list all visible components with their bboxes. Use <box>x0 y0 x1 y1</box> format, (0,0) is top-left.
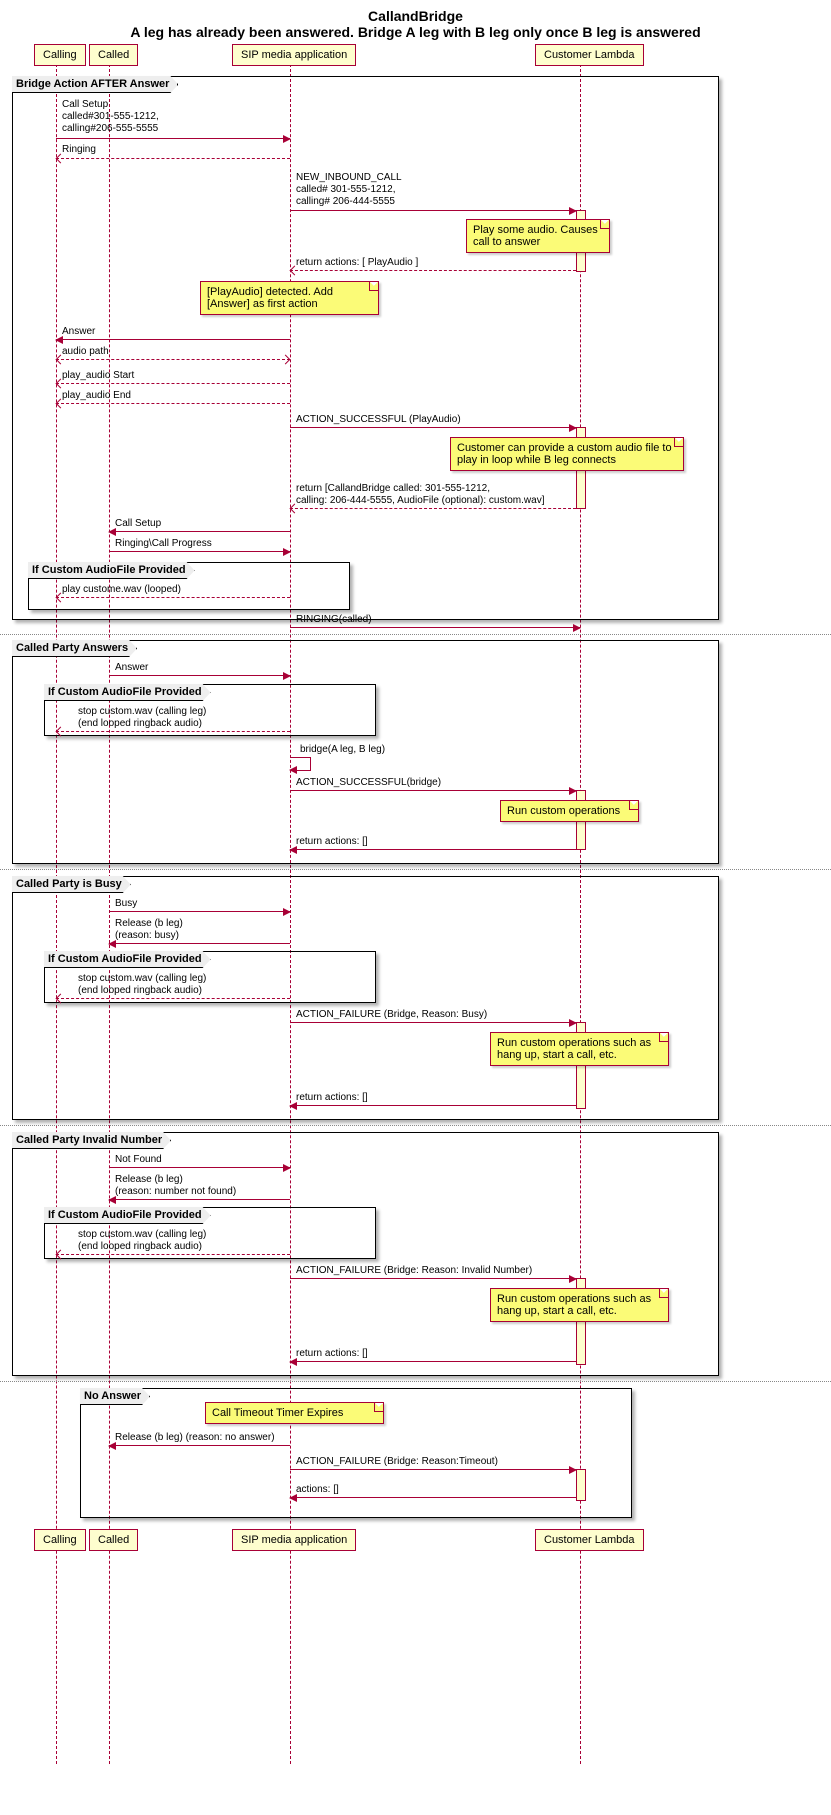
msg-actions-empty-4: actions: [] <box>296 1484 339 1496</box>
divider-4 <box>0 1381 831 1382</box>
msg-action-success-playaudio: ACTION_SUCCESSFUL (PlayAudio) <box>296 414 461 426</box>
msg-action-success-bridge: ACTION_SUCCESSFUL(bridge) <box>296 777 441 789</box>
arrow-ringing-called <box>290 627 580 628</box>
participant-lambda-top: Customer Lambda <box>535 44 644 66</box>
msg-answer-b: Answer <box>115 662 148 674</box>
msg-release-noanswer: Release (b leg) (reason: no answer) <box>115 1432 275 1444</box>
arrow-release-noanswer <box>109 1445 290 1446</box>
group-label-custom-3: If Custom AudioFile Provided <box>44 951 211 968</box>
msg-release-notfound: Release (b leg) (reason: number not foun… <box>115 1174 236 1198</box>
group-label-invalid: Called Party Invalid Number <box>12 1132 171 1149</box>
participant-called-bot: Called <box>89 1529 138 1551</box>
msg-action-fail-timeout: ACTION_FAILURE (Bridge: Reason:Timeout) <box>296 1456 498 1468</box>
msg-return-empty-3: return actions: [] <box>296 1348 368 1360</box>
arrow-play-end <box>56 403 290 404</box>
arrow-return-empty-2 <box>290 1105 576 1106</box>
arrow-audio-path <box>56 359 290 360</box>
arrow-release-notfound <box>109 1199 290 1200</box>
arrow-call-setup <box>56 138 290 139</box>
msg-ringing-progress: Ringing\Call Progress <box>115 538 212 550</box>
arrow-action-fail-timeout <box>290 1469 576 1470</box>
msg-release-busy: Release (b leg) (reason: busy) <box>115 918 183 942</box>
msg-return-empty-1: return actions: [] <box>296 836 368 848</box>
arrow-action-success-playaudio <box>290 427 576 428</box>
arrow-action-fail-busy <box>290 1022 576 1023</box>
msg-notfound: Not Found <box>115 1154 162 1166</box>
msg-action-fail-invalid: ACTION_FAILURE (Bridge: Reason: Invalid … <box>296 1265 532 1277</box>
arrow-stop-custom-3 <box>56 1254 290 1255</box>
arrow-ringing <box>56 158 290 159</box>
msg-busy: Busy <box>115 898 137 910</box>
arrow-answer <box>56 339 290 340</box>
title-sub: A leg has already been answered. Bridge … <box>0 24 831 40</box>
msg-action-fail-busy: ACTION_FAILURE (Bridge, Reason: Busy) <box>296 1009 487 1021</box>
participant-calling-bot: Calling <box>34 1529 86 1551</box>
arrow-action-success-bridge <box>290 790 576 791</box>
divider-3 <box>0 1125 831 1126</box>
arrow-action-fail-invalid <box>290 1278 576 1279</box>
arrow-answer-b <box>109 675 290 676</box>
diagram-title: CallandBridge A leg has already been ans… <box>0 0 831 44</box>
arrow-busy <box>109 911 290 912</box>
note-play-audio: Play some audio. Causes call to answer <box>466 219 610 253</box>
divider-2 <box>0 869 831 870</box>
arrow-notfound <box>109 1167 290 1168</box>
msg-new-inbound: NEW_INBOUND_CALL called# 301-555-1212, c… <box>296 172 402 208</box>
note-playaudio-detected: [PlayAudio] detected. Add [Answer] as fi… <box>200 281 379 315</box>
divider-1 <box>0 634 831 635</box>
msg-stop-custom-3: stop custom.wav (calling leg) (end loope… <box>78 1229 206 1253</box>
arrow-call-setup-b <box>109 531 290 532</box>
msg-play-end: play_audio End <box>62 390 131 402</box>
note-custom-ops-2: Run custom operations such as hang up, s… <box>490 1032 669 1066</box>
arrow-stop-custom-1 <box>56 731 290 732</box>
msg-answer: Answer <box>62 326 95 338</box>
arrow-bridge-self <box>290 757 311 771</box>
msg-ringing: Ringing <box>62 144 96 156</box>
note-custom-ops-1: Run custom operations <box>500 800 639 822</box>
note-custom-ops-3: Run custom operations such as hang up, s… <box>490 1288 669 1322</box>
activation-lambda-6 <box>576 1469 586 1501</box>
group-label-custom-1: If Custom AudioFile Provided <box>28 562 195 579</box>
arrow-return-empty-1 <box>290 849 576 850</box>
arrow-actions-empty-4 <box>290 1497 576 1498</box>
arrow-ringing-progress <box>109 551 290 552</box>
msg-stop-custom-1: stop custom.wav (calling leg) (end loope… <box>78 706 206 730</box>
participant-calling-top: Calling <box>34 44 86 66</box>
arrow-release-busy <box>109 943 290 944</box>
arrow-return-empty-3 <box>290 1361 576 1362</box>
arrow-play-start <box>56 383 290 384</box>
msg-ringing-called: RINGING(called) <box>296 614 372 626</box>
group-label-busy: Called Party is Busy <box>12 876 131 893</box>
sequence-diagram: Calling Called SIP media application Cus… <box>0 44 831 1784</box>
group-label-answers: Called Party Answers <box>12 640 137 657</box>
msg-play-start: play_audio Start <box>62 370 134 382</box>
group-label-noanswer: No Answer <box>80 1388 150 1405</box>
arrow-return-playaudio <box>290 270 576 271</box>
arrow-new-inbound <box>290 210 576 211</box>
note-custom-audio: Customer can provide a custom audio file… <box>450 437 684 471</box>
msg-return-playaudio: return actions: [ PlayAudio ] <box>296 257 418 269</box>
msg-return-empty-2: return actions: [] <box>296 1092 368 1104</box>
msg-stop-custom-2: stop custom.wav (calling leg) (end loope… <box>78 973 206 997</box>
participant-sma-top: SIP media application <box>232 44 356 66</box>
title-main: CallandBridge <box>0 8 831 24</box>
msg-return-callandbridge: return [CallandBridge called: 301-555-12… <box>296 483 544 507</box>
msg-audio-path: audio path <box>62 346 109 358</box>
participant-lambda-bot: Customer Lambda <box>535 1529 644 1551</box>
participant-sma-bot: SIP media application <box>232 1529 356 1551</box>
arrow-return-callandbridge <box>290 508 576 509</box>
msg-call-setup: Call Setup called#301-555-1212, calling#… <box>62 99 159 135</box>
group-label-custom-2: If Custom AudioFile Provided <box>44 684 211 701</box>
group-label-bridge: Bridge Action AFTER Answer <box>12 76 178 93</box>
msg-bridge: bridge(A leg, B leg) <box>300 744 385 756</box>
arrow-play-custom <box>56 597 290 598</box>
msg-call-setup-b: Call Setup <box>115 518 161 530</box>
group-label-custom-4: If Custom AudioFile Provided <box>44 1207 211 1224</box>
participant-called-top: Called <box>89 44 138 66</box>
arrow-stop-custom-2 <box>56 998 290 999</box>
msg-play-custom: play custome.wav (looped) <box>62 584 181 596</box>
note-timeout: Call Timeout Timer Expires <box>205 1402 384 1424</box>
